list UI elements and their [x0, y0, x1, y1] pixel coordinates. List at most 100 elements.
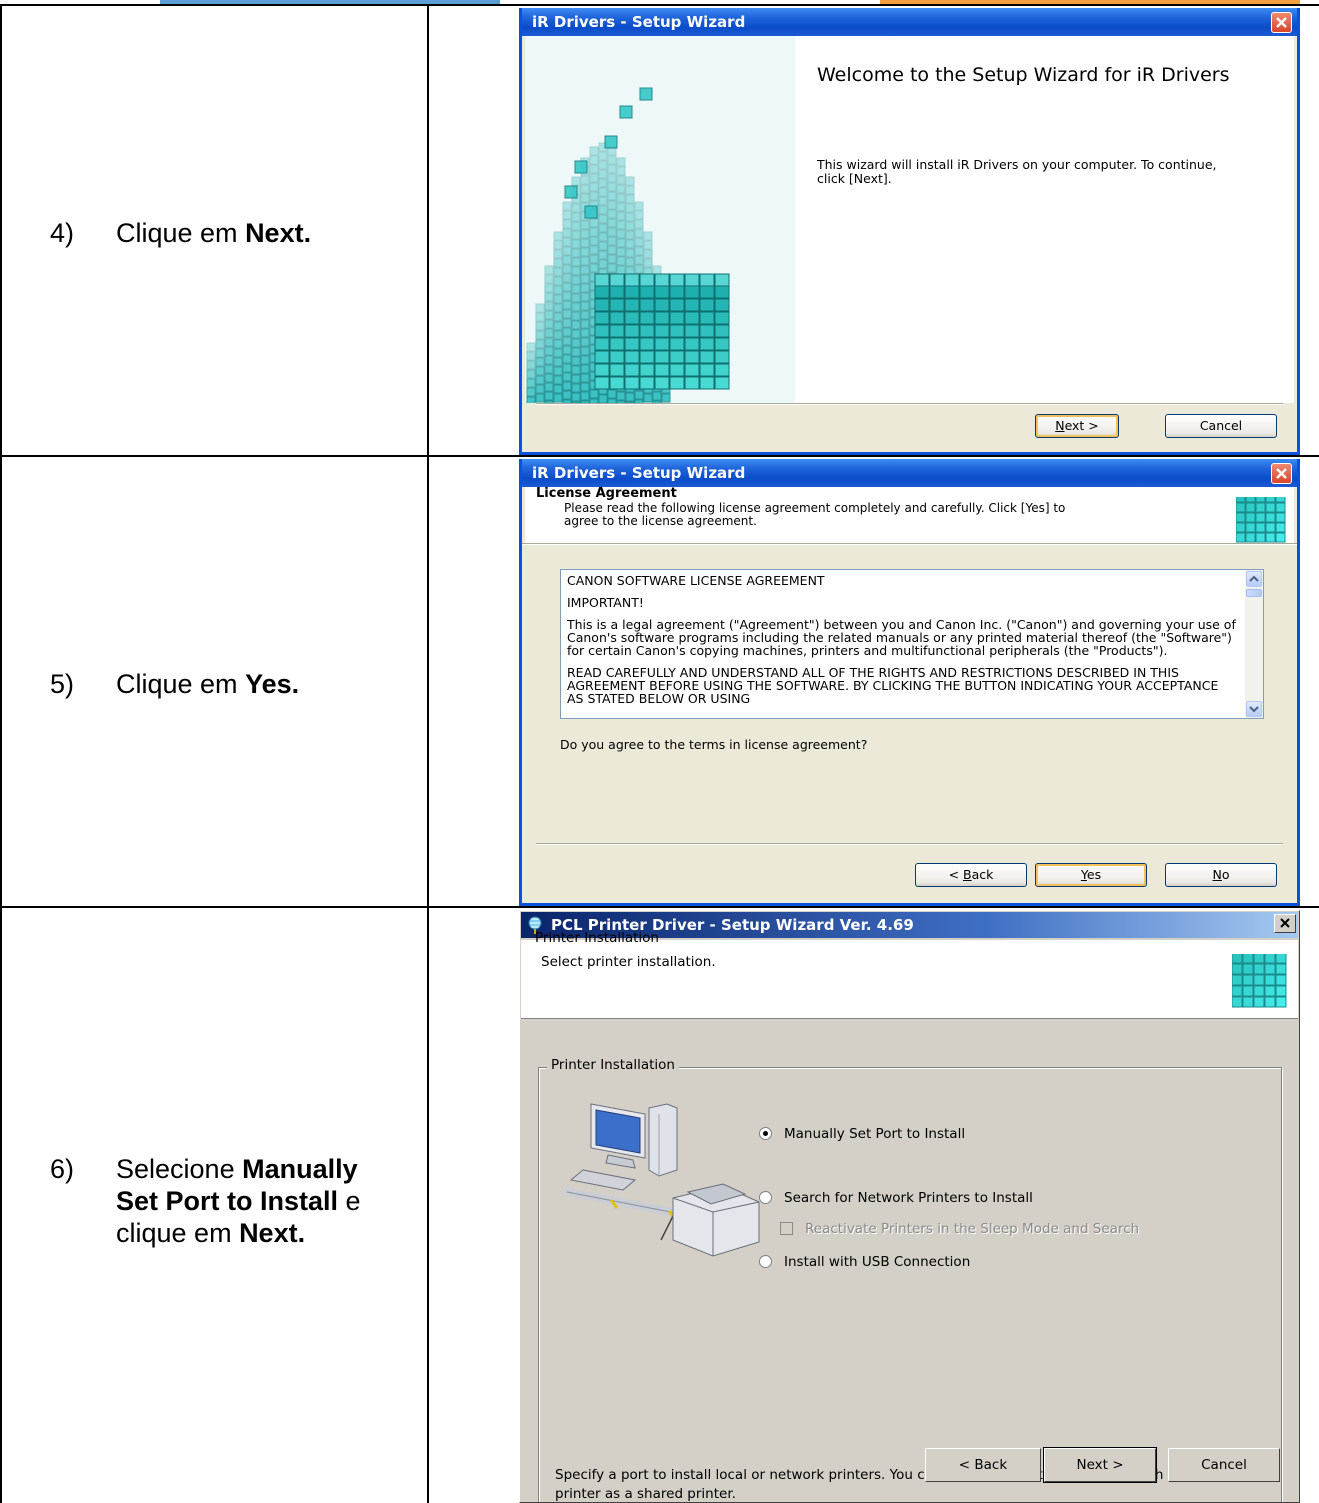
cube-block: [526, 387, 536, 397]
cube-block: [607, 236, 617, 246]
cube-block: [571, 383, 581, 393]
cube-block: [589, 173, 599, 183]
cube-block: [684, 350, 700, 364]
next-button[interactable]: Next >: [1043, 1447, 1157, 1483]
cube-block: [684, 363, 700, 377]
cube-block: [544, 364, 554, 374]
scrollbar-thumb[interactable]: [1246, 589, 1262, 597]
cube-block: [1275, 974, 1287, 986]
pcl-printer-driver-window: PCL Printer Driver - Setup Wizard Ver. 4…: [519, 910, 1300, 1503]
cube-block: [684, 376, 700, 390]
step-text: Clique em: [116, 218, 246, 248]
cube-block: [544, 310, 554, 320]
cube-block: [639, 87, 653, 101]
scroll-up-icon[interactable]: [1246, 571, 1262, 587]
radio-circle[interactable]: [759, 1191, 772, 1204]
agreement-question: Do you agree to the terms in license agr…: [560, 737, 868, 752]
cube-icon: [1232, 954, 1287, 1008]
cube-block: [714, 363, 730, 377]
cube-block: [699, 324, 715, 338]
cube-block: [571, 338, 581, 348]
license-paragraph: This is a legal agreement ("Agreement") …: [567, 617, 1236, 658]
cube-block: [1245, 532, 1256, 543]
back-button[interactable]: < Back: [925, 1448, 1041, 1482]
scroll-down-icon[interactable]: [1246, 701, 1262, 717]
cube-block: [535, 321, 545, 331]
cancel-button[interactable]: Cancel: [1168, 1448, 1280, 1482]
step-number: 4): [50, 218, 75, 248]
radio-label: Manually Set Port to Install: [784, 1126, 966, 1142]
cube-block: [1264, 985, 1276, 997]
cube-block: [571, 374, 581, 384]
cube-block: [589, 389, 599, 399]
step-bold-text-cont: Set Port to Install: [116, 1186, 339, 1216]
cube-block: [553, 294, 563, 304]
cube-block: [526, 378, 536, 388]
cube-block: [544, 328, 554, 338]
checkbox-box[interactable]: [780, 1222, 793, 1235]
cube-block: [616, 202, 626, 212]
radio-circle[interactable]: [759, 1255, 772, 1268]
close-icon[interactable]: [1271, 12, 1292, 33]
cube-block: [553, 384, 563, 394]
cube-block: [607, 173, 617, 183]
cube-block: [684, 311, 700, 325]
cube-block: [1265, 497, 1276, 503]
cube-block: [607, 200, 617, 210]
yes-button[interactable]: Yes: [1035, 863, 1147, 887]
welcome-body-text: This wizard will install iR Drivers on y…: [817, 157, 1217, 186]
cube-block: [589, 227, 599, 237]
cube-block: [714, 273, 730, 287]
close-icon[interactable]: [1274, 914, 1296, 933]
cube-block: [634, 201, 644, 211]
cube-block: [571, 392, 581, 402]
step-text: Clique em: [116, 669, 246, 699]
cube-block: [607, 389, 617, 399]
cube-block: [652, 391, 662, 401]
cube-block: [684, 285, 700, 299]
illustration-shape: [648, 1103, 678, 1177]
cube-block: [562, 300, 572, 310]
close-icon[interactable]: [1271, 463, 1292, 484]
license-text: CANON SOFTWARE LICENSE AGREEMENT IMPORTA…: [567, 574, 1237, 714]
cube-block: [553, 375, 563, 385]
cube-block: [1255, 532, 1266, 543]
cube-block: [661, 393, 671, 403]
cube-block: [616, 157, 626, 167]
cube-block: [699, 298, 715, 312]
cube-block: [669, 324, 685, 338]
cube-block: [580, 301, 590, 311]
cube-block: [624, 298, 640, 312]
cube-block: [580, 175, 590, 185]
cube-block: [699, 337, 715, 351]
cube-block: [643, 249, 653, 259]
cube-block: [544, 283, 554, 293]
cube-block: [609, 363, 625, 377]
cube-block: [1236, 497, 1246, 503]
license-text-box[interactable]: CANON SOFTWARE LICENSE AGREEMENT IMPORTA…: [560, 569, 1264, 719]
next-button[interactable]: Next >: [1035, 414, 1119, 438]
illustration-shape: [595, 1109, 641, 1154]
radio-circle[interactable]: [759, 1127, 772, 1140]
cube-block: [669, 337, 685, 351]
cube-block: [544, 346, 554, 356]
cube-block: [562, 282, 572, 292]
vertical-scrollbar[interactable]: [1245, 570, 1263, 718]
cube-block: [562, 291, 572, 301]
cube-block: [669, 363, 685, 377]
cube-block: [580, 256, 590, 266]
header-description: Select printer installation.: [541, 954, 716, 970]
cube-block: [654, 350, 670, 364]
cancel-button[interactable]: Cancel: [1165, 414, 1277, 438]
cube-block: [571, 212, 581, 222]
cube-block: [654, 298, 670, 312]
cube-block: [609, 273, 625, 287]
cube-block: [535, 303, 545, 313]
cube-block: [624, 337, 640, 351]
cube-block: [598, 169, 608, 179]
no-button[interactable]: No: [1165, 863, 1277, 887]
back-button[interactable]: < Back: [915, 863, 1027, 887]
cube-block: [562, 246, 572, 256]
cube-block: [639, 285, 655, 299]
cube-block: [598, 196, 608, 206]
